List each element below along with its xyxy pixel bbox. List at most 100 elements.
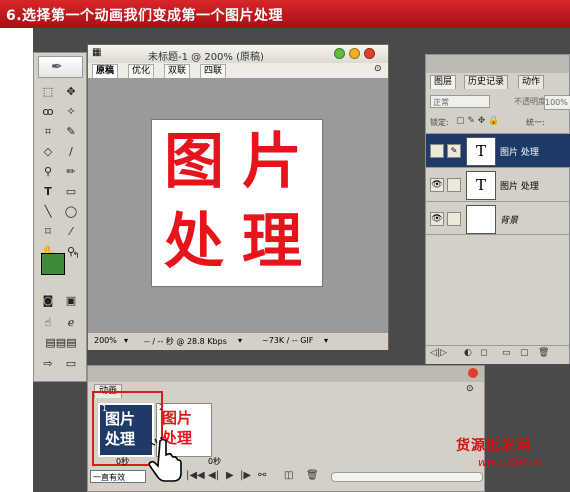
ie-icon[interactable]: ℯ [62,315,80,331]
loop-select[interactable]: 一直有效 [90,470,146,483]
screen-mode-icon[interactable]: ▣ [62,293,80,309]
maximize-button[interactable] [349,48,360,59]
rectangle-tool-icon[interactable]: ▭ [62,184,80,200]
document-menu-icon[interactable]: ▦ [92,47,101,58]
move-tool-icon[interactable]: ✥ [62,84,80,100]
tab-2up[interactable]: 双联 [164,64,191,78]
document-status-bar: 200% ▾ -- / -- 秒 @ 28.8 Kbps ▾ ~73K / --… [88,332,388,350]
frame-text-line1: 图片 [162,409,193,427]
download-speed[interactable]: -- / -- 秒 @ 28.8 Kbps [144,336,227,347]
document-title: 未标题-1 @ 200% (原稿) [148,52,264,63]
toolbox: ✒ ⬚ ✥ ꝏ ✧ ⌗ ✎ ◇ / ⚲ ✏ T ▭ ╲ ◯ ⌑ ⁄ ✋ ⚲ ↰ … [33,52,87,382]
slice-tool-icon[interactable]: ✎ [62,124,80,140]
layers-footer: ◁|▷ ◐ ◻ ▭ ▢ 🗑 [426,345,569,364]
canvas-char-4: 理 [242,207,302,277]
brush-link-icon[interactable]: ✎ [447,144,461,158]
crop-icon[interactable]: ⌑ [39,224,57,240]
link-toggle[interactable] [447,212,461,226]
quick-mask-icon[interactable]: ◙ [39,293,57,309]
layer-thumbnail [466,205,496,234]
layer-row[interactable]: ✎ T 图片 处理 [426,133,570,167]
visibility-toggle[interactable] [430,144,444,158]
photoshop-logo[interactable]: ✒ [38,56,83,78]
new-layer-icon[interactable]: ▢ [520,348,529,358]
animation-panel-header[interactable] [88,366,484,382]
next-frame-icon[interactable]: |▶ [240,470,251,481]
crop-tool-icon[interactable]: ⌗ [39,124,57,140]
eyedropper-icon[interactable]: ⁄ [62,224,80,240]
frame-delay-2[interactable]: 0秒 [208,456,221,467]
file-size[interactable]: ~73K / -- GIF [262,336,313,345]
link-toggle[interactable] [447,178,461,192]
image-canvas[interactable]: 图 片 处 理 [151,119,323,287]
watermark-url: www.6pf.cn [478,456,542,469]
document-window: ▦ 未标题-1 @ 200% (原稿) 原稿 优化 双联 四联 ⊙ 图 片 处 … [87,44,389,350]
toggle-icon[interactable]: ▭ [62,356,80,372]
speed-dropdown-icon[interactable]: ▾ [238,336,242,345]
marquee-tool-icon[interactable]: ⬚ [39,84,57,100]
layer-row[interactable]: 👁 T 图片 处理 [426,167,570,201]
frames-scrollbar[interactable] [331,472,483,482]
layers-panel: 图层 历史记录 动作 正常 不透明度: 100% 锁定: ▢ ✎ ✥ 🔒 统一:… [425,54,570,364]
tween-icon[interactable]: ⚯ [258,470,266,481]
lock-label: 锁定: [430,118,449,127]
minimize-button[interactable] [334,48,345,59]
watermark-text: 货源批发网 [456,438,531,454]
layer-mask-icon[interactable]: ◻ [480,348,487,358]
hand-icon[interactable]: ☝ [39,315,57,331]
tab-optimized[interactable]: 优化 [128,64,155,78]
eye-icon[interactable]: 👁 [430,178,444,192]
jump-to-imageready-icon[interactable]: ⇨ [39,356,57,372]
zoom-level[interactable]: 200% [94,336,117,345]
view-mode-icons[interactable]: ▤▤▤ [37,335,85,351]
left-margin [0,28,33,492]
tab-actions[interactable]: 动作 [518,75,545,89]
type-tool-icon[interactable]: T [39,184,57,200]
link-layers-icon[interactable]: ◁|▷ [430,348,447,358]
opacity-field[interactable]: 100% [544,95,570,110]
new-group-icon[interactable]: ▭ [502,348,511,358]
eye-icon[interactable]: 👁 [430,212,444,226]
zoom-dropdown-icon[interactable]: ▾ [124,336,128,345]
unify-label: 统一: [526,118,545,127]
frame-delay-1[interactable]: 0秒 [116,456,129,467]
swap-colors-icon[interactable]: ↰ [67,248,85,264]
shape-tool-icon[interactable]: ◯ [62,204,80,220]
pencil-tool-icon[interactable]: ✏ [62,164,80,180]
eraser-tool-icon[interactable]: ◇ [39,144,57,160]
prev-frame-icon[interactable]: ◀| [208,470,219,481]
step-title: 6.选择第一个动画我们变成第一个图片处理 [6,8,284,24]
close-panel-button[interactable] [468,368,478,378]
tab-4up[interactable]: 四联 [200,64,227,78]
layer-thumbnail: T [466,137,496,166]
blend-mode-select[interactable]: 正常 [430,95,490,108]
lasso-tool-icon[interactable]: ꝏ [39,104,57,120]
brush-tool-icon[interactable]: / [62,144,80,160]
duplicate-frame-icon[interactable]: ◫ [284,470,293,481]
panel-menu-icon[interactable]: ⊙ [466,384,474,394]
lock-icons[interactable]: ▢ ✎ ✥ 🔒 [456,116,499,126]
size-dropdown-icon[interactable]: ▾ [324,336,328,345]
delete-layer-icon[interactable]: 🗑 [538,348,549,358]
delete-frame-icon[interactable]: 🗑 [306,470,319,481]
first-frame-icon[interactable]: |◀◀ [186,470,205,481]
tab-layers[interactable]: 图层 [430,75,457,89]
hand-pointer-icon [148,437,182,482]
canvas-char-1: 图 [164,127,224,197]
tabs-menu-icon[interactable]: ⊙ [374,64,382,74]
document-title-bar[interactable]: ▦ 未标题-1 @ 200% (原稿) [88,45,388,64]
canvas-char-2: 片 [242,127,302,197]
clone-stamp-icon[interactable]: ⚲ [39,164,57,180]
magic-wand-icon[interactable]: ✧ [62,104,80,120]
layer-row[interactable]: 👁 背景 [426,201,570,235]
layer-thumbnail: T [466,171,496,200]
close-button[interactable] [364,48,375,59]
layers-panel-header[interactable] [426,55,569,73]
new-fill-icon[interactable]: ◐ [464,348,472,358]
play-icon[interactable]: ▶ [226,470,234,481]
line-tool-icon[interactable]: ╲ [39,204,57,220]
tab-history[interactable]: 历史记录 [464,75,509,89]
foreground-color-swatch[interactable] [41,253,65,275]
tab-original[interactable]: 原稿 [92,64,119,78]
feather-icon: ✒ [51,59,63,75]
